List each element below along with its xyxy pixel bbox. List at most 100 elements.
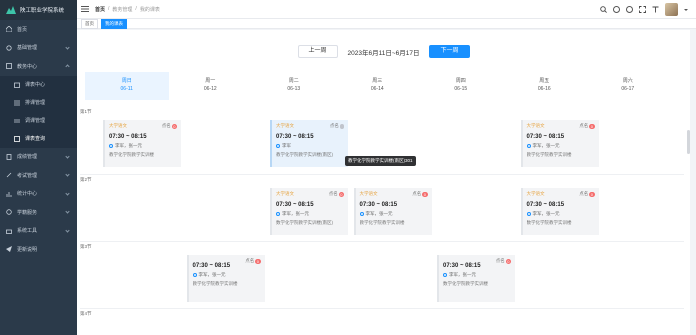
font-size-icon[interactable] [652,6,659,13]
help-icon[interactable] [626,6,633,13]
person-icon [443,273,447,277]
scrollbar[interactable] [687,130,690,154]
course-teacher: 李军，张一元 [359,211,428,217]
pie-icon [6,209,12,215]
person-icon [526,144,531,148]
sidebar-item-basic[interactable]: 基础管理 [0,39,77,58]
breadcrumb-item[interactable]: 首页 [95,6,105,13]
teacher-names: 李军，张一元 [532,143,560,148]
day-name: 周三 [372,78,383,84]
course-card[interactable]: 点名 0 07:30 ~ 08:15 李军，张一元 教学化学院教学实训楼 [186,255,265,302]
day-header: 周五 06-16 [503,72,587,100]
attendance-status[interactable]: 点名 0 [579,191,595,197]
attendance-label: 点名 [412,191,422,196]
sidebar-item-stats[interactable]: 统计中心 [0,185,77,204]
teacher-names: 李军 [282,143,291,148]
attendance-badge: 0 [255,258,261,264]
course-card[interactable]: 大学语文 点名 0 07:30 ~ 08:15 李军，张一元 教学化学院教学实训楼 [103,120,181,167]
course-teacher: 李军，张一元 [192,272,261,278]
day-header: 周二 06-13 [252,72,336,100]
chart-icon [6,191,12,197]
sidebar-subitem[interactable]: 调课管理 [0,111,77,130]
settings-icon [6,45,12,51]
home-icon [6,26,12,33]
course-card[interactable]: 大学语文 点名 0 07:30 ~ 08:15 李军，张一元 数学化学院教学实训楼(南区) [270,188,348,235]
sidebar: 陕工职业学院系统 首页 基础管理 教务中心 课表中心 排课管理 调课管理 课表查… [0,0,77,335]
attendance-status[interactable]: 点名 0 [496,258,511,264]
caret-down-icon[interactable] [684,8,688,12]
tab-home[interactable]: 首页 [81,18,98,29]
attendance-status[interactable]: 点名 0 [412,191,428,197]
logo: 陕工职业学院系统 [0,0,77,20]
course-room: 教学化学院教学实训楼 [526,152,572,157]
swap-icon [14,119,20,122]
chevron-down-icon [65,227,70,233]
breadcrumb: 首页 / 教务管理 / 我的课表 [95,5,160,13]
logo-icon [6,6,16,14]
day-name: 周一 [205,78,216,84]
attendance-status[interactable]: 点名 0 [245,258,261,264]
course-card[interactable]: 大学语文 点名 0 07:30 ~ 08:15 李军，张一元 教学化学院教学实训楼 [353,188,432,235]
attendance-badge: 0 [589,191,595,197]
attendance-status[interactable]: 点名 0 [329,191,344,197]
day-header: 周一 06-12 [169,72,253,100]
menu-toggle-icon[interactable] [81,6,89,12]
sidebar-item-label: 基础管理 [17,45,38,52]
github-icon[interactable] [613,6,620,13]
sidebar-subitem-label: 排课管理 [25,100,46,106]
sidebar-item-label: 考试管理 [17,172,38,179]
chevron-down-icon [65,153,70,159]
course-room: 教学化学院教学实训楼 [359,220,405,225]
attendance-status[interactable]: 点名 0 [162,123,177,129]
person-icon [359,212,364,216]
sidebar-item-home[interactable]: 首页 [0,20,77,39]
course-card[interactable]: 大学语文 点名 0 07:30 ~ 08:15 李军，张一元 数学化学院教学实训楼 [520,188,599,235]
sidebar-subitem[interactable]: 课表中心 [0,75,77,94]
search-icon[interactable] [600,6,607,13]
day-date: 06-14 [370,86,384,92]
sidebar-item-updates[interactable]: 更新说明 [0,240,77,259]
day-header: 周三 06-14 [336,72,420,100]
course-teacher: 李军，张一元 [526,211,595,217]
day-name: 周五 [539,78,550,84]
prev-week-button[interactable]: 上一周 [297,45,338,58]
grid-icon [6,63,12,70]
week-navigation: 上一周 2023年6月11日~6月17日 下一周 [77,45,690,58]
sidebar-item-label: 更新说明 [17,246,38,253]
slot-divider [80,308,684,309]
week-range: 2023年6月11日~6月17日 [347,49,420,57]
sidebar-item-academic[interactable]: 教务中心 [0,57,77,76]
attendance-label: 点名 [328,191,338,196]
tab-my-schedule[interactable]: 我的课表 [101,18,127,29]
course-card[interactable]: 点名 0 07:30 ~ 08:15 李军，张一元 数学化学院教学实训楼 [437,255,515,302]
next-week-button[interactable]: 下一周 [429,45,470,58]
day-name: 周六 [622,78,633,84]
chevron-down-icon [65,209,70,214]
course-card[interactable]: 大学语文 点名 07:30 ~ 08:15 李军 教学化学院教学实训楼(南区) [270,120,348,167]
teacher-names: 李军，张一元 [115,143,142,148]
sidebar-subitem[interactable]: 排课管理 [0,93,77,112]
sidebar-item-exams[interactable]: 考试管理 [0,166,77,185]
chevron-down-icon [65,44,70,50]
tools-icon [6,229,12,234]
course-room: 教学化学院教学实训楼 [192,281,238,286]
sidebar-item-tools[interactable]: 系统工具 [0,222,77,241]
slot-label: 第1节 [80,109,92,114]
day-date: 06-17 [621,86,635,92]
sidebar-item-grades[interactable]: 成绩管理 [0,148,77,167]
course-room: 数学化学院教学实训楼 [526,220,572,225]
course-card[interactable]: 大学语文 点名 0 07:30 ~ 08:15 李军，张一元 教学化学院教学实训楼 [520,120,599,167]
day-header: 周四 06-15 [419,72,503,100]
sidebar-item-label: 统计中心 [17,191,38,198]
sidebar-item-status[interactable]: 学籍服务 [0,203,77,222]
avatar[interactable] [665,3,678,16]
course-teacher: 李军，张一元 [443,272,511,278]
attendance-status[interactable]: 点名 0 [579,123,595,129]
sidebar-subitem-active[interactable]: 课表查询 [0,129,77,148]
fullscreen-icon[interactable] [639,6,646,13]
attendance-status[interactable]: 点名 [330,123,344,129]
chevron-down-icon [65,172,70,177]
attendance-label: 点名 [579,123,589,128]
attendance-label: 点名 [161,123,171,128]
breadcrumb-item: 教务管理 [112,6,133,13]
